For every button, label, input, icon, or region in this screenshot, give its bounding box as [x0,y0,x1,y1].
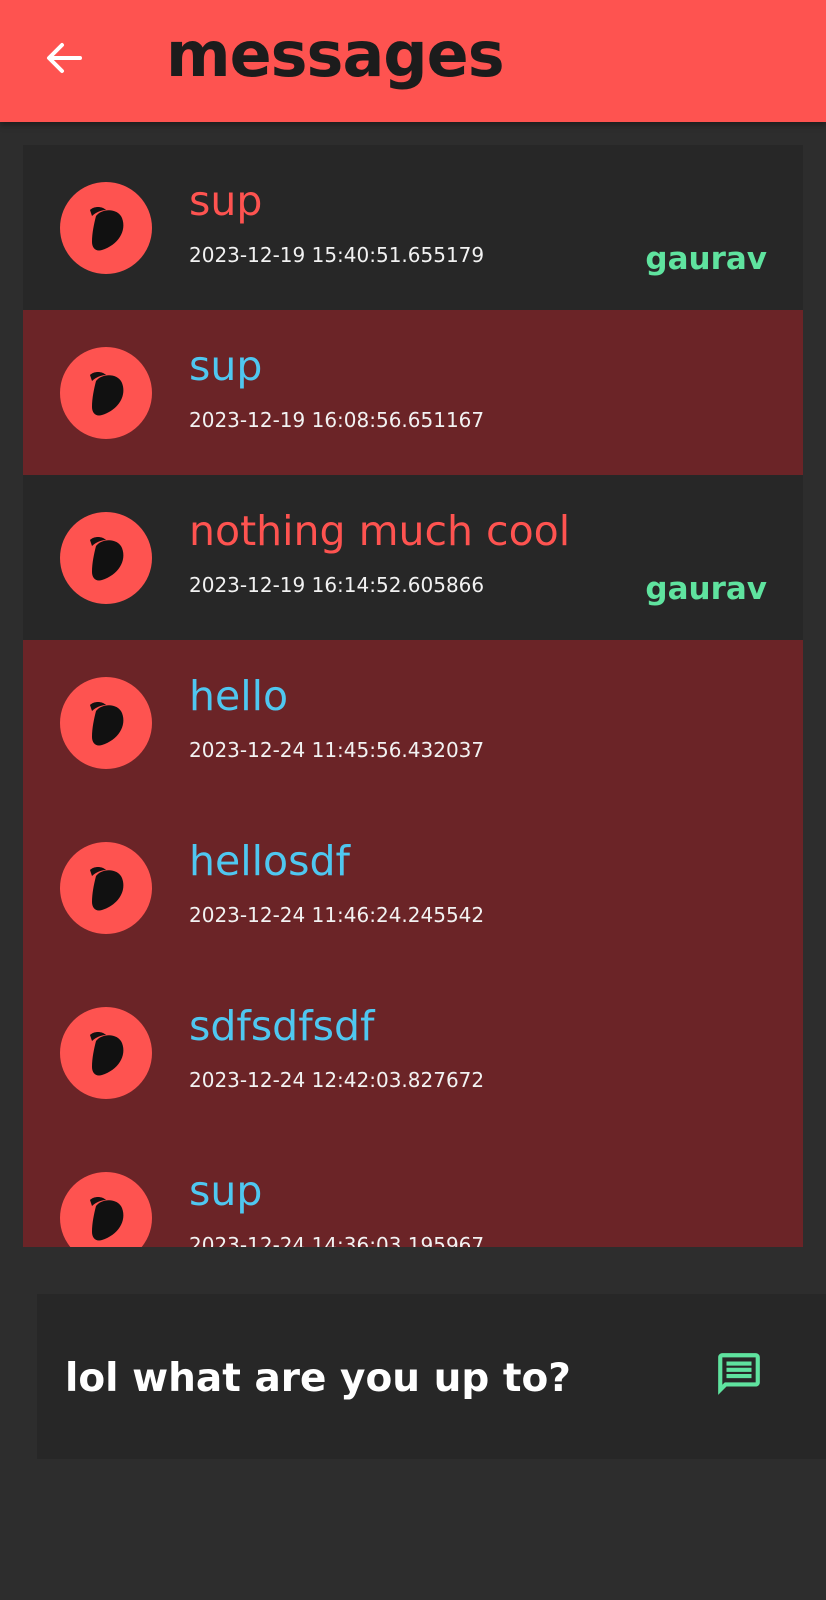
message-row[interactable]: hellosdf 2023-12-24 11:46:24.245542 [23,805,803,970]
leaf-logo-icon [90,537,124,581]
message-timestamp: 2023-12-19 15:40:51.655179 [189,243,485,267]
message-input[interactable] [65,1356,665,1401]
message-timestamp: 2023-12-24 11:46:24.245542 [189,903,485,927]
message-timestamp: 2023-12-24 12:42:03.827672 [189,1068,485,1092]
message-row[interactable]: sup 2023-12-19 16:08:56.651167 [23,310,803,475]
message-text: sup [189,177,263,225]
leaf-logo-icon [90,702,124,746]
avatar [60,512,152,604]
message-text: sup [189,342,263,390]
avatar [60,1172,152,1247]
message-timestamp: 2023-12-19 16:08:56.651167 [189,408,485,432]
message-row[interactable]: sdfsdfsdf 2023-12-24 12:42:03.827672 [23,970,803,1135]
message-sender: gaurav [645,241,767,277]
message-row[interactable]: hello 2023-12-24 11:45:56.432037 [23,640,803,805]
message-row[interactable]: sup 2023-12-19 15:40:51.655179 gaurav [23,145,803,310]
leaf-logo-icon [90,207,124,251]
message-text: sup [189,1167,263,1215]
message-text: hello [189,672,289,720]
arrow-back-icon [47,43,82,73]
message-sender: gaurav [645,571,767,607]
avatar [60,842,152,934]
message-row[interactable]: nothing much cool 2023-12-19 16:14:52.605… [23,475,803,640]
avatar [60,1007,152,1099]
message-timestamp: 2023-12-24 11:45:56.432037 [189,738,485,762]
message-row[interactable]: sup 2023-12-24 14:36:03.195967 [23,1135,803,1247]
avatar [60,677,152,769]
leaf-logo-icon [90,867,124,911]
page-title: messages [166,18,505,91]
message-timestamp: 2023-12-19 16:14:52.605866 [189,573,485,597]
message-send-icon [718,1353,760,1395]
message-list[interactable]: sup 2023-12-19 15:40:51.655179 gaurav sup 20… [23,145,803,1247]
leaf-logo-icon [90,372,124,416]
back-button[interactable] [36,30,92,86]
send-button[interactable] [713,1348,765,1400]
leaf-logo-icon [90,1197,124,1241]
message-composer [37,1294,826,1459]
message-text: sdfsdfsdf [189,1002,375,1050]
avatar [60,347,152,439]
message-list-content: sup 2023-12-19 15:40:51.655179 gaurav sup 20… [23,145,803,1247]
app-bar: messages [0,0,826,122]
message-timestamp: 2023-12-24 14:36:03.195967 [189,1233,485,1247]
message-text: hellosdf [189,837,350,885]
message-text: nothing much cool [189,507,571,555]
avatar [60,182,152,274]
leaf-logo-icon [90,1032,124,1076]
